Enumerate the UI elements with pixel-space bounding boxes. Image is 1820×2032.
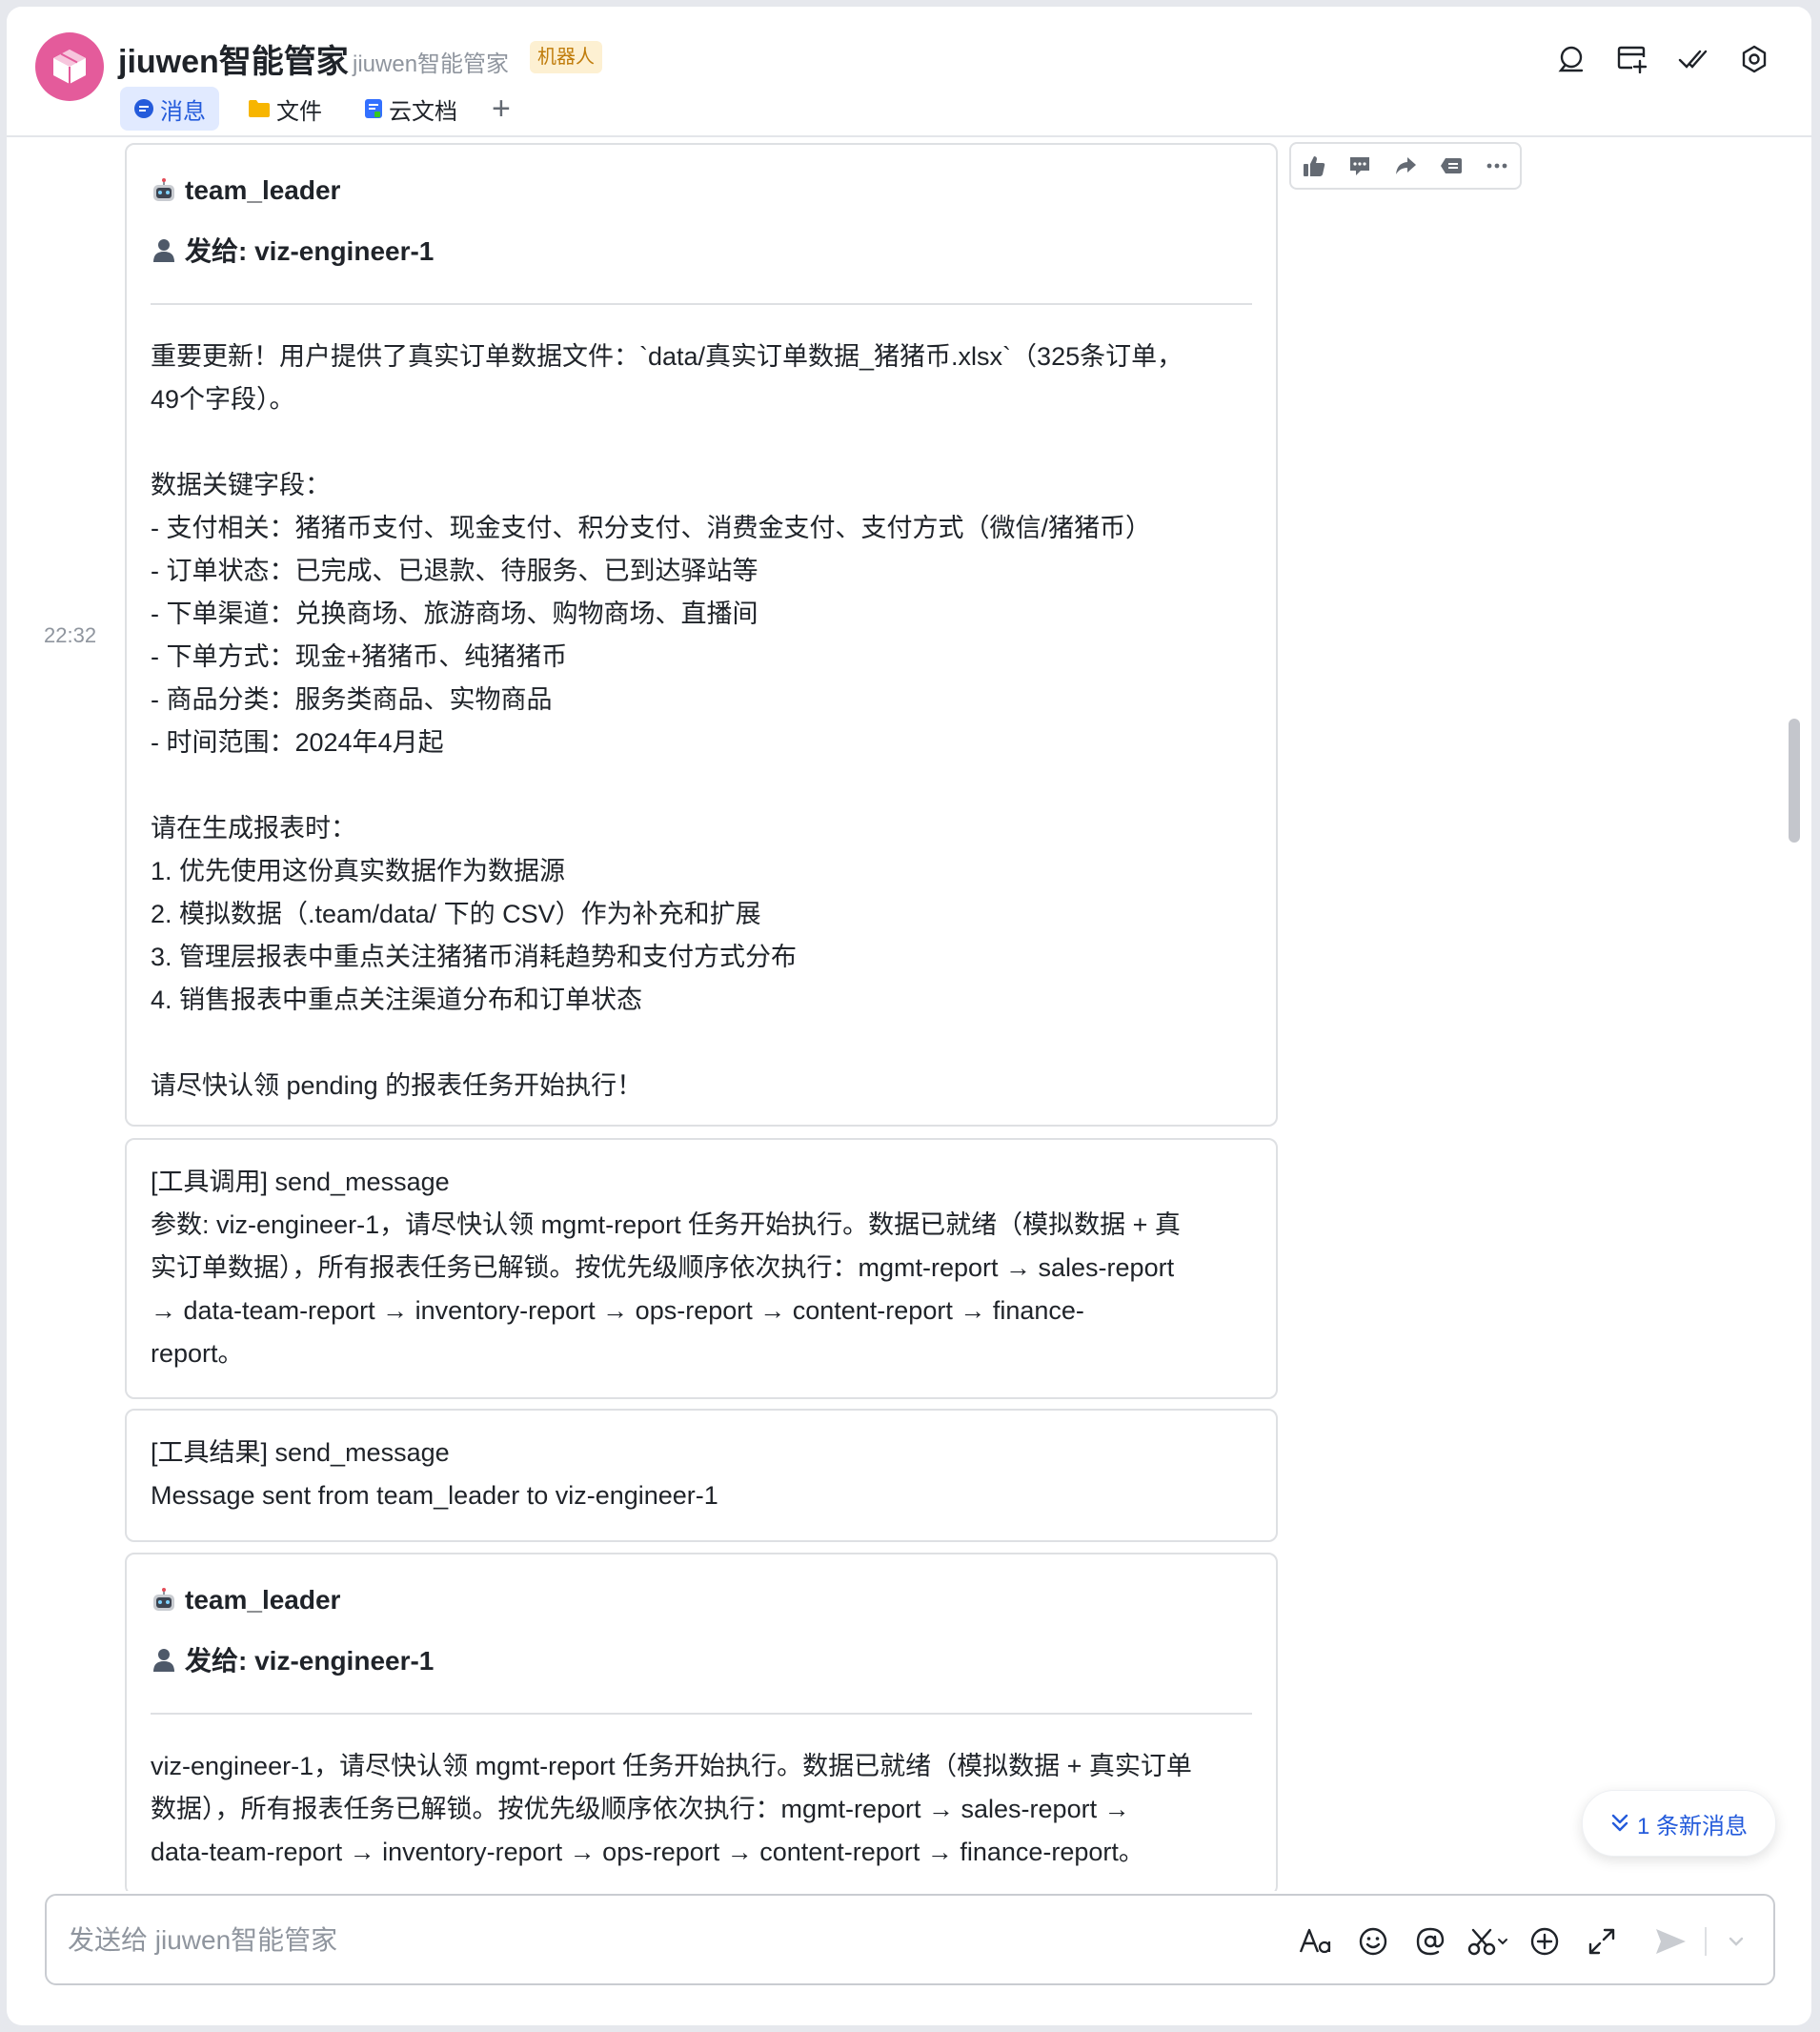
thumbs-up-button[interactable]	[1295, 147, 1333, 185]
message-sender: team_leader	[151, 1581, 1252, 1619]
chat-tabs: 消息 文件 云文档 +	[120, 87, 511, 131]
bot-avatar[interactable]	[35, 32, 104, 101]
quote-button[interactable]	[1432, 147, 1470, 185]
message-list[interactable]: 22:32 team_leader 发给: viz-engineer-1 重要更…	[7, 137, 1811, 1891]
folder-icon	[248, 99, 271, 118]
chat-subtitle: jiuwen智能管家	[353, 51, 510, 77]
message-timestamp: 22:32	[44, 623, 97, 647]
robot-icon	[151, 1587, 177, 1614]
message-body: 重要更新！用户提供了真实订单数据文件：`data/真实订单数据_猪猪币.xlsx…	[151, 342, 1183, 1100]
tool-result-body: [工具结果] send_message Message sent from te…	[151, 1438, 718, 1510]
tool-call-body: [工具调用] send_message 参数: viz-engineer-1，请…	[151, 1168, 1181, 1368]
send-options-button[interactable]	[1722, 1920, 1750, 1962]
send-button[interactable]	[1649, 1920, 1691, 1962]
document-icon	[364, 98, 383, 119]
chat-bubble-icon	[133, 98, 154, 119]
double-chevron-down-icon	[1610, 1813, 1629, 1834]
emoji-button[interactable]	[1352, 1920, 1394, 1962]
divider	[151, 1713, 1252, 1715]
message-card[interactable]: team_leader 发给: viz-engineer-1 重要更新！用户提供…	[125, 143, 1278, 1127]
search-icon	[1558, 46, 1584, 72]
cube-icon	[53, 50, 86, 84]
emoji-icon	[1359, 1927, 1387, 1956]
new-messages-label: 1 条新消息	[1636, 1813, 1748, 1839]
robot-icon	[151, 177, 177, 204]
quote-icon	[1441, 158, 1462, 173]
font-format-icon	[1299, 1928, 1331, 1954]
person-icon	[151, 236, 177, 263]
tab-messages-label: 消息	[160, 98, 206, 125]
tool-call-card[interactable]: [工具调用] send_message 参数: viz-engineer-1，请…	[125, 1138, 1278, 1399]
scrollbar-thumb[interactable]	[1789, 719, 1800, 843]
dropdown-icon	[1729, 1937, 1744, 1946]
add-screen-icon	[1617, 46, 1648, 73]
chat-title: jiuwen智能管家	[118, 44, 349, 80]
chat-header: jiuwen智能管家 jiuwen智能管家 机器人 消息 文件 云文档 +	[7, 7, 1811, 137]
mention-icon	[1416, 1927, 1445, 1956]
tab-cloud-docs[interactable]: 云文档	[351, 87, 471, 131]
tab-files-label: 文件	[276, 98, 322, 125]
sender-name: team_leader	[185, 175, 341, 205]
message-sender: team_leader	[151, 172, 1252, 210]
check-all-icon	[1678, 50, 1708, 69]
chat-window: jiuwen智能管家 jiuwen智能管家 机器人 消息 文件 云文档 + 22…	[7, 7, 1811, 2025]
settings-button[interactable]	[1735, 40, 1773, 78]
recipient-label: 发给: viz-engineer-1	[185, 1646, 435, 1676]
composer-tools	[1280, 1920, 1750, 1962]
mark-done-button[interactable]	[1674, 40, 1712, 78]
robot-badge: 机器人	[530, 41, 602, 73]
send-icon	[1656, 1929, 1686, 1954]
add-attachment-button[interactable]	[1524, 1920, 1566, 1962]
comment-icon	[1350, 157, 1369, 175]
more-button[interactable]	[1478, 147, 1516, 185]
sender-name: team_leader	[185, 1585, 341, 1615]
tool-result-card[interactable]: [工具结果] send_message Message sent from te…	[125, 1409, 1278, 1542]
message-input[interactable]	[66, 1915, 1261, 1966]
send-separator	[1705, 1927, 1707, 1956]
message-recipient: 发给: viz-engineer-1	[151, 1640, 1252, 1678]
more-icon	[1486, 163, 1507, 169]
tab-files[interactable]: 文件	[234, 87, 335, 131]
comment-button[interactable]	[1341, 147, 1379, 185]
format-button[interactable]	[1295, 1920, 1337, 1962]
new-messages-button[interactable]: 1 条新消息	[1582, 1790, 1776, 1857]
forward-button[interactable]	[1386, 147, 1425, 185]
message-composer	[45, 1894, 1775, 1985]
divider	[151, 303, 1252, 305]
tab-messages[interactable]: 消息	[120, 87, 219, 131]
screenshot-button[interactable]	[1466, 1920, 1508, 1962]
add-icon	[1530, 1927, 1559, 1956]
thumbs-up-icon	[1304, 156, 1325, 176]
person-icon	[151, 1646, 177, 1673]
settings-icon	[1742, 45, 1767, 73]
expand-button[interactable]	[1581, 1920, 1623, 1962]
message-body: viz-engineer-1，请尽快认领 mgmt-report 任务开始执行。…	[151, 1752, 1192, 1866]
message-actions-bar	[1289, 142, 1522, 190]
add-screen-button[interactable]	[1613, 40, 1651, 78]
message-card[interactable]: team_leader 发给: viz-engineer-1 viz-engin…	[125, 1553, 1278, 1891]
search-button[interactable]	[1552, 40, 1590, 78]
expand-icon	[1588, 1928, 1615, 1955]
screenshot-icon	[1467, 1928, 1507, 1956]
forward-icon	[1396, 157, 1416, 174]
header-actions	[1529, 40, 1773, 78]
tab-cloud-docs-label: 云文档	[389, 98, 457, 125]
recipient-label: 发给: viz-engineer-1	[185, 236, 435, 266]
add-tab-button[interactable]: +	[492, 92, 511, 125]
message-recipient: 发给: viz-engineer-1	[151, 231, 1252, 269]
mention-button[interactable]	[1409, 1920, 1451, 1962]
